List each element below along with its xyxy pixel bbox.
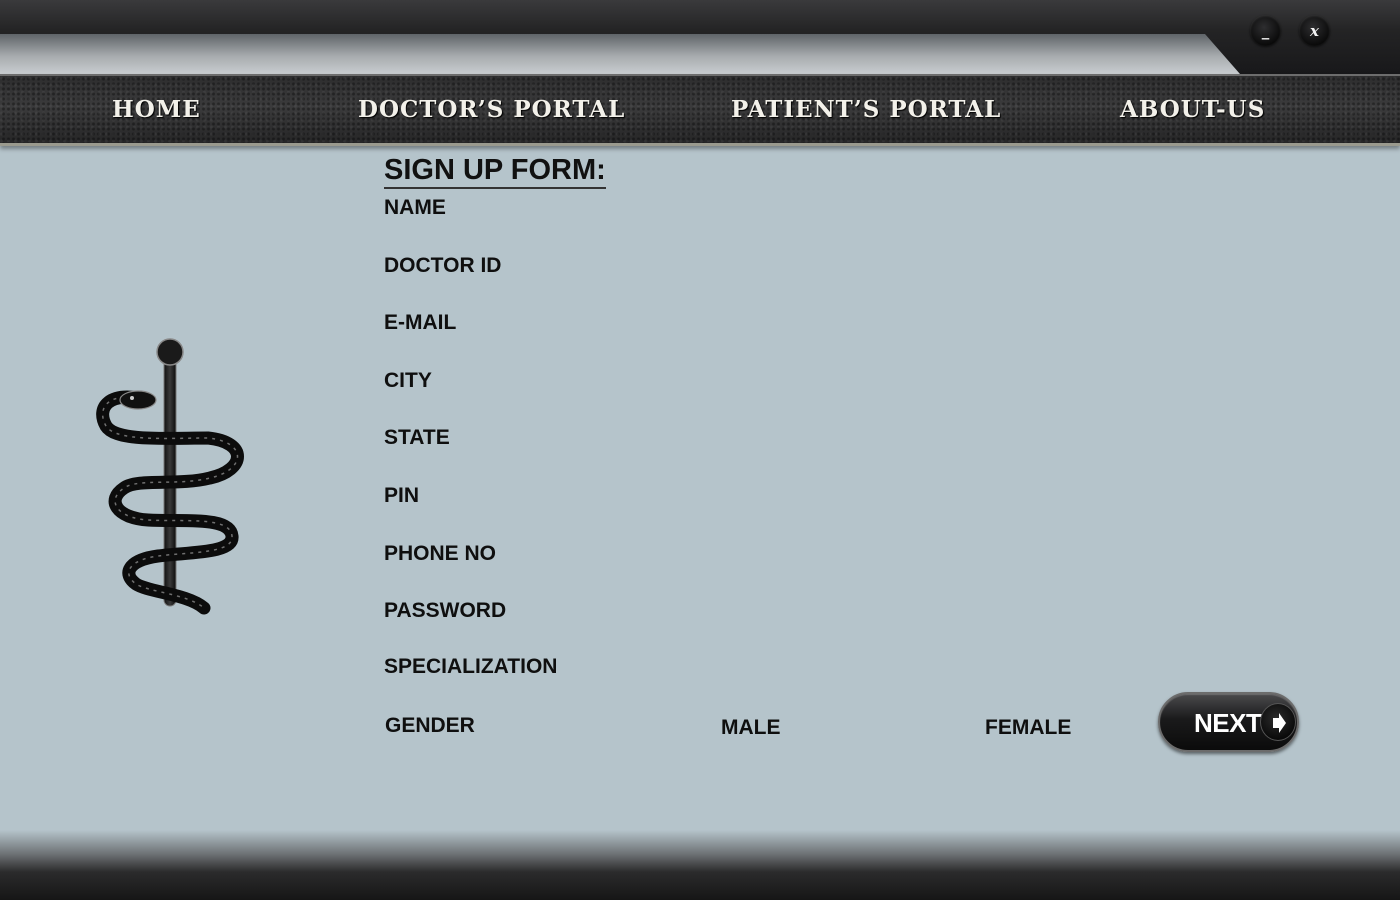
title-bar-highlight	[0, 34, 1240, 74]
arrow-right-icon	[1260, 703, 1296, 741]
nav-about-us[interactable]: ABOUT-US	[1120, 94, 1265, 126]
minimize-button[interactable]: _	[1250, 15, 1281, 46]
field-label-password: PASSWORD	[384, 599, 507, 622]
field-label-name: NAME	[384, 196, 446, 219]
next-button[interactable]: NEXT	[1158, 692, 1299, 752]
gender-option-female[interactable]: FEMALE	[985, 715, 1071, 741]
field-label-state: STATE	[384, 426, 450, 449]
title-bar: _ x	[0, 0, 1400, 74]
form-title: SIGN UP FORM:	[384, 153, 606, 189]
next-button-label: NEXT	[1194, 708, 1262, 738]
close-button[interactable]: x	[1299, 15, 1330, 46]
nav-home[interactable]: HOME	[112, 94, 201, 126]
field-label-specialization: SPECIALIZATION	[384, 655, 558, 678]
main-nav: HOME DOCTOR’S PORTAL PATIENT’S PORTAL AB…	[0, 74, 1400, 146]
nav-doctors-portal[interactable]: DOCTOR’S PORTAL	[358, 94, 625, 126]
field-label-email: E-MAIL	[384, 311, 457, 334]
rod-of-asclepius-icon	[96, 338, 244, 615]
field-label-doctor-id: DOCTOR ID	[384, 254, 502, 277]
nav-patients-portal[interactable]: PATIENT’S PORTAL	[731, 94, 1001, 126]
field-label-pin: PIN	[384, 484, 420, 507]
footer-bar	[0, 830, 1400, 900]
field-label-phone: PHONE NO	[384, 542, 497, 565]
gender-option-male[interactable]: MALE	[721, 715, 781, 741]
field-label-gender: GENDER	[385, 714, 475, 737]
field-label-city: CITY	[384, 369, 432, 392]
